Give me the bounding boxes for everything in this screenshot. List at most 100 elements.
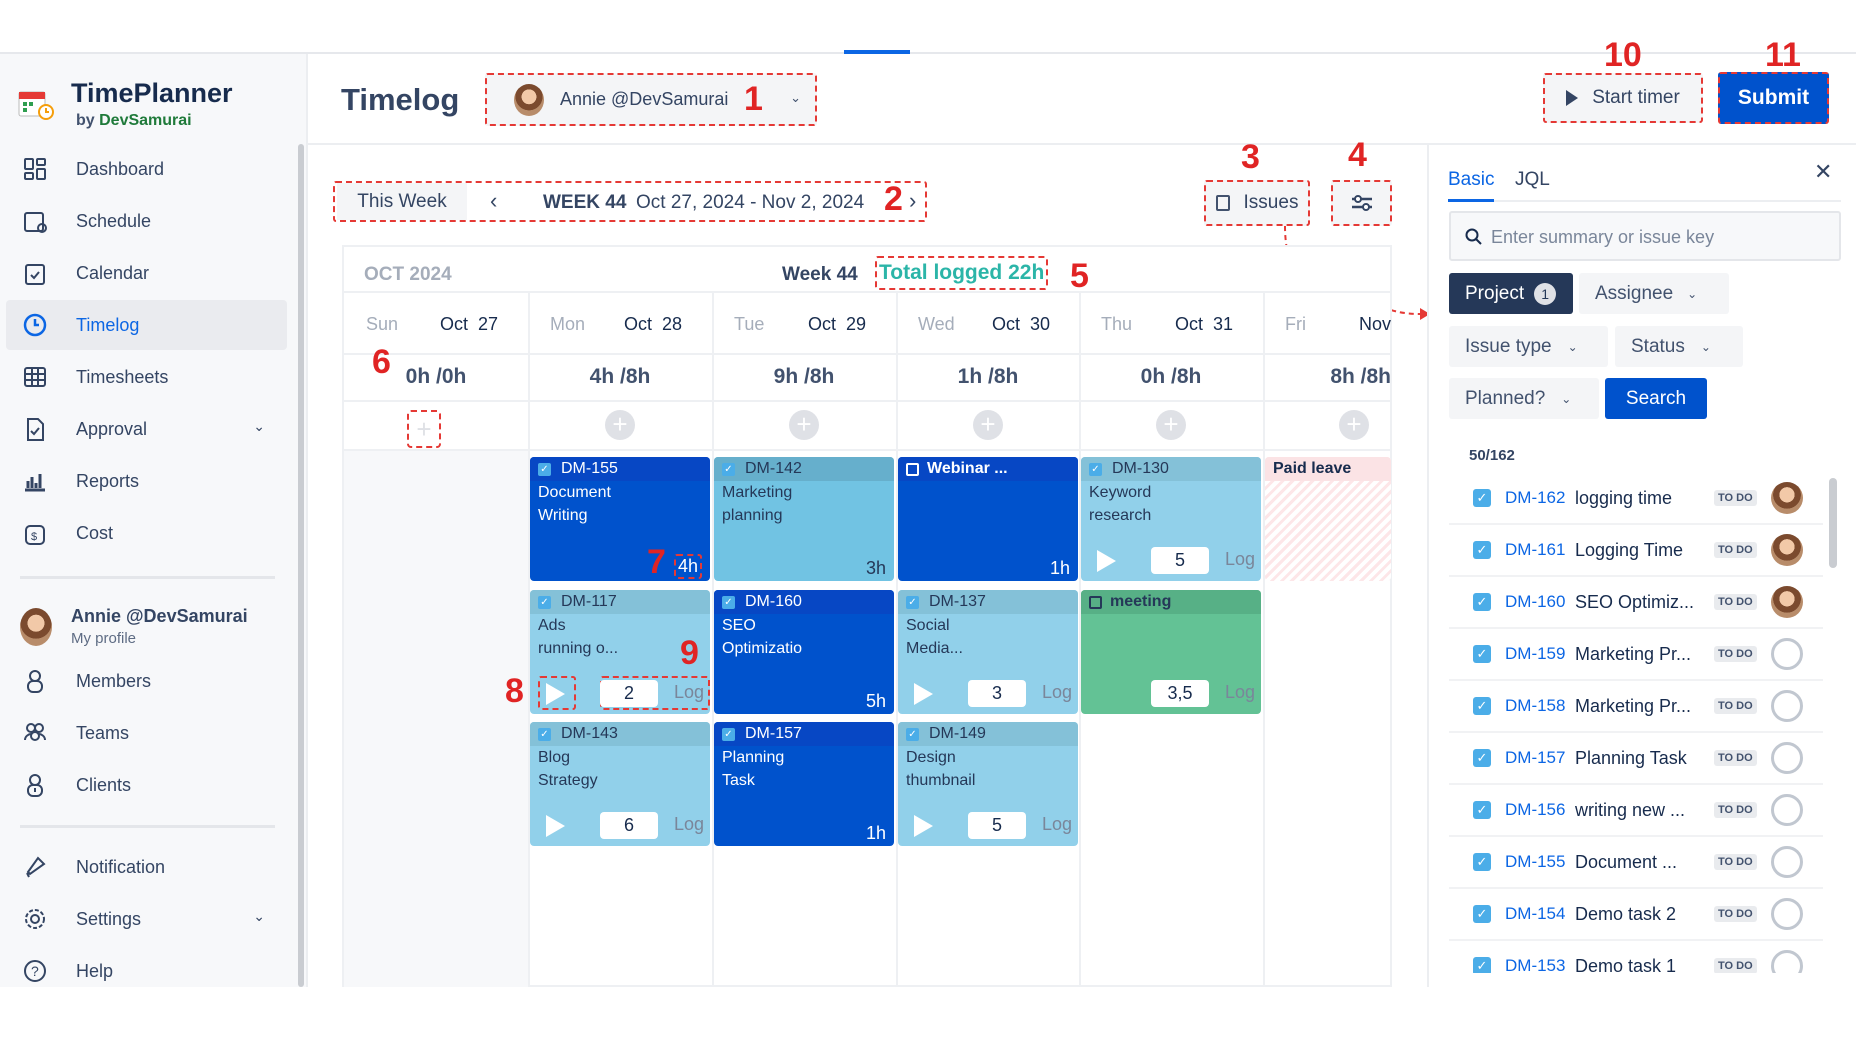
issue-list-scrollbar[interactable] [1829,478,1837,568]
issue-list-item[interactable]: ✓ DM-155 Document ... TO DO [1449,837,1823,889]
start-timer-button[interactable]: Start timer [1543,73,1703,123]
issue-list-item[interactable]: ✓ DM-158 Marketing Pr... TO DO [1449,681,1823,733]
hours-input[interactable]: 5 [968,812,1026,839]
issue-list-item[interactable]: ✓ DM-154 Demo task 2 TO DO [1449,889,1823,941]
worklog-card[interactable]: ✓ DM-155 Document Writing 4h [530,457,710,581]
issue-key[interactable]: DM-158 [1505,696,1575,716]
search-button[interactable]: Search [1605,378,1707,419]
issue-type-filter[interactable]: Issue type ⌄ [1449,326,1608,367]
issues-button[interactable]: Issues [1204,180,1310,226]
sidebar-item-dashboard[interactable]: Dashboard [6,144,287,194]
checkbox[interactable]: ✓ [1473,645,1491,663]
issue-key[interactable]: DM-157 [1505,748,1575,768]
status-filter[interactable]: Status ⌄ [1615,326,1743,367]
sidebar-item-teams[interactable]: Teams [6,708,287,758]
prev-week-button[interactable]: ‹ [490,188,497,214]
checkbox[interactable]: ✓ [1473,697,1491,715]
sidebar-item-timelog[interactable]: Timelog [6,300,287,350]
play-icon[interactable] [1097,550,1116,572]
hours-input[interactable]: 5 [1151,547,1209,574]
assignee-filter[interactable]: Assignee ⌄ [1579,273,1729,314]
issue-key[interactable]: DM-160 [1505,592,1575,612]
sidebar-item-members[interactable]: Members [6,656,287,706]
add-worklog-button[interactable]: + [789,410,819,440]
checkbox[interactable]: ✓ [1473,593,1491,611]
play-icon[interactable] [546,815,565,837]
checkbox[interactable]: ✓ [1473,957,1491,973]
checkbox[interactable]: ✓ [1473,801,1491,819]
checkbox[interactable]: ✓ [1473,541,1491,559]
checkbox[interactable]: ✓ [1473,853,1491,871]
this-week-button[interactable]: This Week [337,183,467,220]
sidebar-item-calendar[interactable]: Calendar [6,248,287,298]
play-icon[interactable] [914,683,933,705]
leave-card[interactable]: Paid leave [1265,457,1391,581]
issue-key[interactable]: DM-162 [1505,488,1575,508]
sidebar-item-schedule[interactable]: Schedule [6,196,287,246]
log-button[interactable]: Log [1225,682,1255,703]
chevron-down-icon[interactable]: ⌄ [253,908,265,925]
add-worklog-button[interactable]: + [1156,410,1186,440]
sidebar-item-help[interactable]: ? Help [6,946,287,996]
issue-list-item[interactable]: ✓ DM-157 Planning Task TO DO [1449,733,1823,785]
planned-filter[interactable]: Planned? ⌄ [1449,378,1599,419]
issue-list-item[interactable]: ✓ DM-160 SEO Optimiz... TO DO [1449,577,1823,629]
checkbox[interactable]: ✓ [1473,749,1491,767]
user-selector[interactable]: Annie @DevSamurai ⌄ [485,73,817,126]
sidebar-item-settings[interactable]: Settings ⌄ [6,894,287,944]
next-week-button[interactable]: › [909,188,916,214]
worklog-card[interactable]: ✓ DM-160 SEO Optimizatio 5h [714,590,894,714]
hours-input[interactable]: 6 [600,812,658,839]
submit-button[interactable]: Submit [1718,72,1829,124]
log-button[interactable]: Log [674,814,704,835]
issue-key[interactable]: DM-156 [1505,800,1575,820]
sidebar-item-cost[interactable]: $ Cost [6,508,287,558]
log-button[interactable]: Log [1042,682,1072,703]
profile-link[interactable]: Annie @DevSamurai My profile [18,606,288,656]
worklog-card[interactable]: ✓ DM-149 Design thumbnail 5 Log [898,722,1078,846]
worklog-card[interactable]: ✓ DM-142 Marketing planning 3h [714,457,894,581]
tab-jql[interactable]: JQL [1515,169,1550,191]
add-worklog-button[interactable]: + [973,410,1003,440]
issue-list-item[interactable]: ✓ DM-161 Logging Time TO DO [1449,525,1823,577]
issue-list-item[interactable]: ✓ DM-156 writing new ... TO DO [1449,785,1823,837]
worklog-card[interactable]: ✓ DM-157 Planning Task 1h [714,722,894,846]
filter-settings-button[interactable] [1331,180,1392,226]
event-card[interactable]: Webinar ... 1h [898,457,1078,581]
chevron-down-icon[interactable]: ⌄ [253,418,265,435]
issue-key[interactable]: DM-154 [1505,904,1575,924]
play-icon[interactable] [914,815,933,837]
add-worklog-button[interactable]: + [605,410,635,440]
issue-key[interactable]: DM-159 [1505,644,1575,664]
sidebar-item-timesheets[interactable]: Timesheets [6,352,287,402]
event-card[interactable]: meeting 3,5 Log [1081,590,1261,714]
worklog-card[interactable]: ✓ DM-130 Keyword research 5 Log [1081,457,1261,581]
issue-list-item[interactable]: ✓ DM-153 Demo task 1 TO DO [1449,941,1823,973]
sidebar-item-approval[interactable]: Approval ⌄ [6,404,287,454]
hours-input[interactable]: 2 [600,680,658,707]
issue-list-item[interactable]: ✓ DM-159 Marketing Pr... TO DO [1449,629,1823,681]
issue-list-item[interactable]: ✓ DM-162 logging time TO DO [1449,473,1823,525]
sidebar-item-clients[interactable]: Clients [6,760,287,810]
sidebar-scrollbar[interactable] [298,144,304,987]
checkbox[interactable]: ✓ [1473,905,1491,923]
issue-key[interactable]: DM-161 [1505,540,1575,560]
sidebar-item-notification[interactable]: Notification [6,842,287,892]
add-worklog-button[interactable]: + [1339,410,1369,440]
log-button[interactable]: Log [674,682,704,703]
add-worklog-button[interactable]: + [407,410,441,448]
checkbox[interactable]: ✓ [1473,489,1491,507]
hours-input[interactable]: 3 [968,680,1026,707]
close-icon[interactable]: ✕ [1814,159,1832,185]
worklog-card[interactable]: ✓ DM-143 Blog Strategy 6 Log [530,722,710,846]
worklog-card[interactable]: ✓ DM-137 Social Media... 3 Log [898,590,1078,714]
issue-key[interactable]: DM-153 [1505,956,1575,973]
project-filter[interactable]: Project 1 [1449,273,1573,314]
issue-key[interactable]: DM-155 [1505,852,1575,872]
tab-basic[interactable]: Basic [1448,169,1494,191]
sidebar-item-reports[interactable]: Reports [6,456,287,506]
hours-input[interactable]: 3,5 [1151,680,1209,707]
log-button[interactable]: Log [1042,814,1072,835]
log-button[interactable]: Log [1225,549,1255,570]
issue-search-input[interactable]: Enter summary or issue key [1449,211,1841,261]
